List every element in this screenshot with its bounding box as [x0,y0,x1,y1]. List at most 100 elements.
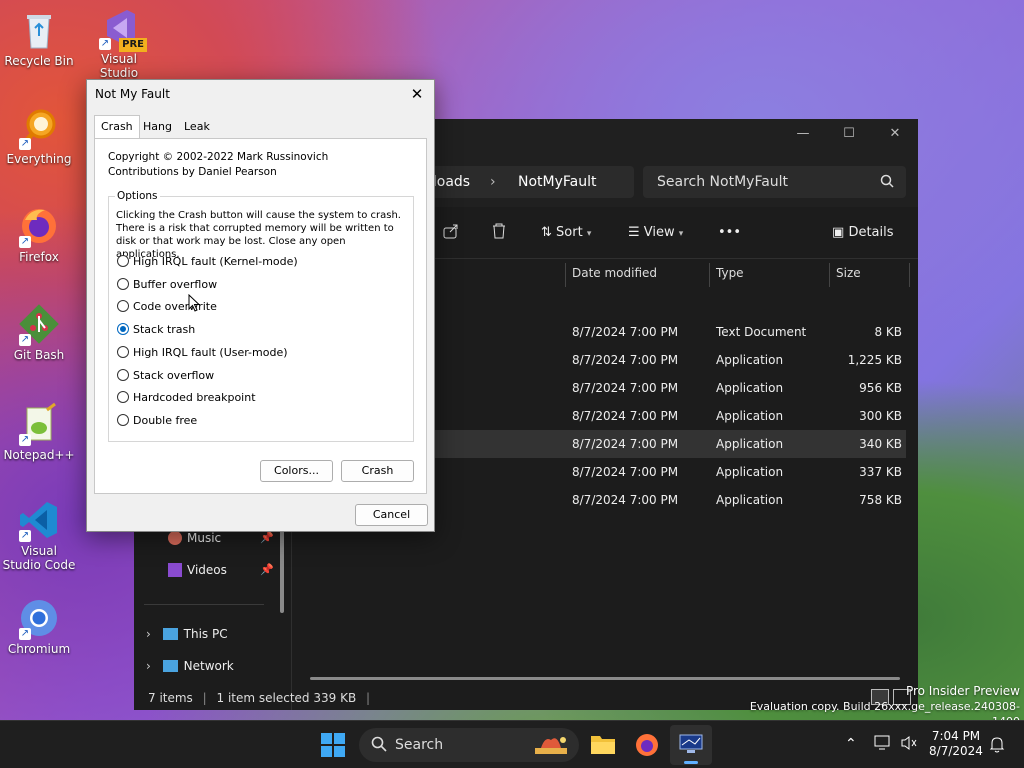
row-date: 8/7/2024 7:00 PM [572,465,679,479]
radio-stack-overflow[interactable]: Stack overflow [117,368,214,384]
row-type: Application [716,437,784,451]
row-type: Application [716,493,784,507]
desktop-icon-label: Visual Studio [99,52,139,80]
app-taskbar-button-active[interactable] [670,725,712,765]
taskbar-search-box[interactable]: Search [359,728,579,762]
column-header-type[interactable]: Type [716,259,744,287]
shortcut-arrow-icon: ↗ [99,38,111,50]
desktop-icon-visual-studio[interactable]: PRE ↗ Visual Studio [81,6,157,80]
tab-leak[interactable]: Leak [178,116,216,138]
crash-button[interactable]: Crash [341,460,414,482]
nav-item-videos[interactable]: Videos [168,556,227,584]
tab-crash[interactable]: Crash [94,115,140,139]
desktop-icon-label: Notepad++ [3,448,75,462]
search-input[interactable]: Search NotMyFault [643,166,906,198]
minimize-icon[interactable]: — [780,119,826,149]
desktop-icon-chromium[interactable]: ↗ Chromium [1,596,77,656]
radio-code-overwrite[interactable]: Code overwrite [117,299,217,315]
row-size: 1,225 KB [847,353,902,367]
nav-item-label: Network [183,659,234,673]
firefox-taskbar-icon[interactable] [634,732,660,761]
close-icon[interactable]: ✕ [872,119,918,149]
music-icon [168,531,182,545]
radio-circle [117,255,129,267]
column-separator[interactable] [909,263,910,287]
desktop-icon-label: Chromium [7,642,71,656]
desktop-icon-notepad-plus-plus[interactable]: ↗ Notepad++ [1,402,77,462]
desktop-icon-label: Firefox [19,250,59,264]
row-date: 8/7/2024 7:00 PM [572,409,679,423]
column-header-size[interactable]: Size [836,259,861,287]
dialog-title: Not My Fault [95,87,170,101]
radio-label: Double free [133,414,198,427]
tray-overflow-chevron-icon[interactable]: ⌃ [845,736,857,752]
radio-circle [117,414,129,426]
row-type: Application [716,465,784,479]
radio-stack-trash[interactable]: Stack trash [117,322,195,338]
view-label: View [643,225,675,240]
breadcrumb-notmyfault[interactable]: NotMyFault [518,166,597,198]
desktop-icon-recycle-bin[interactable]: Recycle Bin [1,8,77,68]
column-separator[interactable] [829,263,830,287]
view-button[interactable]: ☰ View ▾ [628,221,683,245]
nav-item-network[interactable]: › Network [146,652,234,680]
horizontal-scrollbar[interactable] [310,677,900,680]
shortcut-arrow-icon: ↗ [19,236,31,248]
pre-badge: PRE [119,38,147,52]
column-header-date-modified[interactable]: Date modified [572,259,657,287]
breadcrumb-chevron-icon: › [490,174,496,190]
colors-button[interactable]: Colors... [260,460,333,482]
search-icon [371,728,387,762]
shortcut-arrow-icon: ↗ [19,530,31,542]
radio-circle [117,300,129,312]
row-size: 758 KB [859,493,902,507]
nav-item-this-pc[interactable]: › This PC [146,620,228,648]
radio-high-irql-kernel[interactable]: High IRQL fault (Kernel-mode) [117,254,298,270]
row-size: 300 KB [859,409,902,423]
details-pane-button[interactable]: ▣ Details [832,221,894,245]
radio-label: Stack trash [133,323,196,336]
radio-high-irql-user[interactable]: High IRQL fault (User-mode) [117,345,288,361]
address-bar[interactable]: nloads › NotMyFault [424,166,634,198]
shortcut-arrow-icon: ↗ [19,334,31,346]
radio-buffer-overflow[interactable]: Buffer overflow [117,277,217,293]
cancel-button[interactable]: Cancel [355,504,428,526]
delete-icon[interactable] [491,221,507,245]
network-status-icon[interactable] [874,735,892,754]
close-icon[interactable]: ✕ [406,83,428,105]
desktop-icon-label: Visual Studio Code [2,544,76,572]
windows-start-icon[interactable] [321,733,345,760]
radio-label: High IRQL fault (Kernel-mode) [133,255,298,268]
desktop-icon-firefox[interactable]: ↗ Firefox [1,204,77,264]
file-explorer-taskbar-icon[interactable] [590,733,616,758]
network-icon [162,660,178,672]
desktop-icon-git-bash[interactable]: ↗ Git Bash [1,302,77,362]
mouse-cursor-icon [188,293,201,315]
radio-double-free[interactable]: Double free [117,413,197,429]
more-options-button[interactable]: ••• [718,221,741,245]
row-size: 956 KB [859,381,902,395]
column-separator[interactable] [709,263,710,287]
volume-muted-icon[interactable] [900,735,918,754]
column-separator[interactable] [565,263,566,287]
notification-bell-icon[interactable] [989,735,1005,756]
desktop-icon-label: Everything [6,152,72,166]
maximize-icon[interactable]: ☐ [826,119,872,149]
not-my-fault-dialog[interactable]: Not My Fault ✕ Crash Hang Leak Copyright… [86,79,435,532]
taskbar-search-label: Search [395,737,444,753]
status-separator: | [366,691,371,705]
sort-icon: ⇅ [541,225,552,240]
radio-hardcoded-breakpoint[interactable]: Hardcoded breakpoint [117,390,256,406]
vscode-icon: ↗ [17,498,61,542]
tab-hang[interactable]: Hang [137,116,178,138]
clock[interactable]: 7:04 PM 8/7/2024 [926,729,986,759]
firefox-icon: ↗ [17,204,61,248]
search-highlight-icon [531,732,571,758]
crash-tab-panel: Copyright © 2002-2022 Mark Russinovich C… [94,138,427,494]
clock-time: 7:04 PM [931,729,981,743]
desktop-icon-vscode[interactable]: ↗ Visual Studio Code [1,498,77,572]
radio-circle-selected [117,323,129,335]
sort-button[interactable]: ⇅ Sort ▾ [541,221,591,245]
share-icon[interactable] [442,221,460,245]
desktop-icon-everything[interactable]: ↗ Everything [1,106,77,166]
